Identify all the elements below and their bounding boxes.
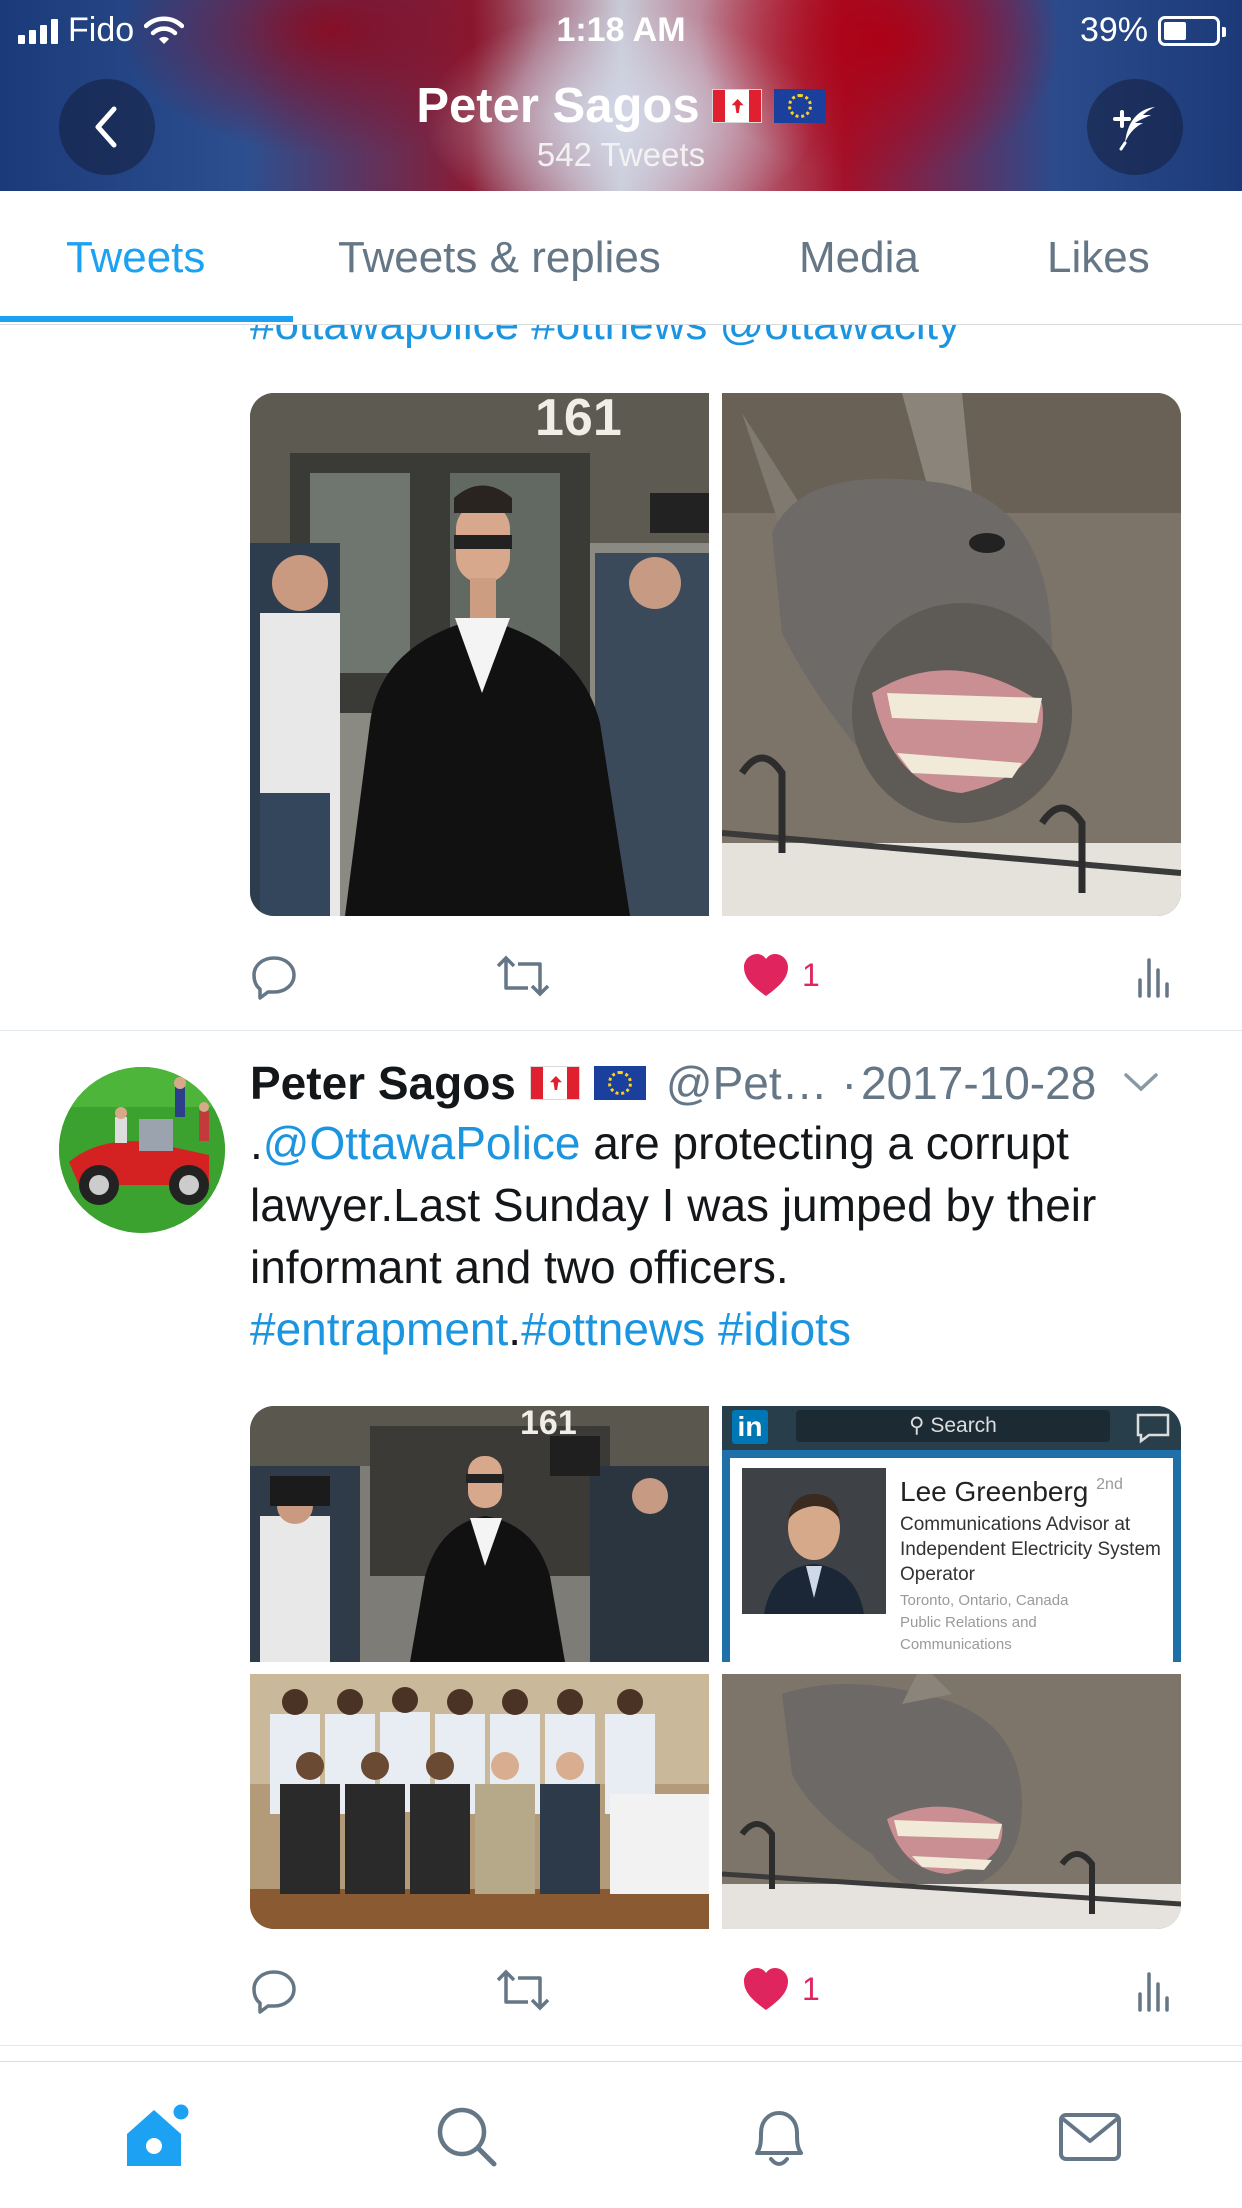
bottom-tab-bar [0,2061,1242,2208]
status-bar: Fido 1:18 AM 39% [0,0,1242,62]
donkey-laughing-photo[interactable] [722,1674,1181,1929]
reply-button[interactable] [250,952,298,1000]
reply-icon [252,1970,296,2014]
previous-tweet-hashtags[interactable]: #ottawapolice #ottnews @ottawacity [250,325,960,355]
tweet-media-grid: 161 in ⚲ Search Lee Greenberg 2nd Commun… [250,1406,1181,1929]
eu-flag-icon [773,89,826,123]
linkedin-location: Toronto, Ontario, Canada [900,1592,1069,1609]
battery-percent: 39% [1079,11,1148,49]
tweet-header: Peter Sagos @Pet… · 2017-10-28 [250,1056,1190,1110]
profile-header: Fido 1:18 AM 39% Peter Sagos 542 Tweets [0,0,1242,191]
linkedin-search-field: ⚲ Search [796,1410,1110,1442]
message-bubble-icon [1136,1413,1170,1444]
tweet-text: .@OttawaPolice are protecting a corrupt … [250,1112,1190,1360]
tweet-date[interactable]: 2017-10-28 [861,1056,1096,1110]
linkedin-name: Lee Greenberg 2nd [900,1476,1123,1507]
previous-tweet-media: 161 [250,393,1181,916]
tab-tweets[interactable]: Tweets [66,233,205,283]
linkedin-profile-photo [742,1468,886,1614]
linkedin-topbar: in ⚲ Search [722,1406,1181,1450]
eu-flag-icon [593,1066,646,1100]
linkedin-card: Lee Greenberg 2nd Communications Advisor… [730,1458,1173,1662]
chevron-down-icon[interactable] [1122,1071,1160,1095]
retweet-icon [496,955,550,997]
tab-tweets-and-replies[interactable]: Tweets & replies [338,233,661,283]
tweet-author-name[interactable]: Peter Sagos [250,1056,516,1110]
mention-link[interactable]: @OttawaPolice [263,1117,581,1169]
active-tab-indicator [0,316,293,322]
profile-title: Peter Sagos 542 Tweets [0,78,1242,174]
like-count: 1 [802,956,820,993]
previous-tweet-actions: 1 [250,952,1181,1012]
analytics-button[interactable] [1136,952,1170,998]
linkedin-industry: Public Relations and Communications [900,1614,1037,1653]
tweet-handle[interactable]: @Pet… [666,1056,828,1110]
linkedin-profile-screenshot[interactable]: in ⚲ Search Lee Greenberg 2nd Communicat… [722,1406,1181,1662]
hashtag-entrapment[interactable]: #entrapment [250,1303,508,1355]
linkedin-logo-icon: in [732,1410,768,1444]
tab-likes[interactable]: Likes [1047,233,1150,283]
hashtag-ottnews[interactable]: #ottnews [521,1303,705,1355]
tweet-divider [0,2045,1242,2046]
search-tab[interactable] [432,2102,502,2172]
canada-flag-icon [711,89,762,123]
status-time: 1:18 AM [556,11,686,49]
retweet-button[interactable] [494,952,552,1000]
hashtag-idiots[interactable]: #idiots [718,1303,851,1355]
canada-flag-icon [529,1066,580,1100]
compose-button[interactable] [1087,79,1183,175]
analytics-bars-icon [1138,1972,1169,2012]
like-button[interactable]: 1 [742,1966,820,2012]
tab-media[interactable]: Media [799,233,919,283]
text-dot: . [508,1303,522,1355]
messages-tab[interactable] [1055,2102,1125,2172]
donkey-laughing-photo[interactable] [722,393,1181,916]
lawyer-in-robes-photo[interactable]: 161 [250,393,709,916]
retweet-icon [496,1969,550,2011]
compose-tweet-icon [1113,107,1155,151]
messages-envelope-icon [1059,2113,1121,2161]
avatar[interactable] [59,1067,225,1233]
profile-tabs: Tweets Tweets & replies Media Likes [0,191,1242,325]
profile-name: Peter Sagos [416,79,700,133]
home-icon [127,2102,191,2166]
heart-filled-icon [744,1968,788,2010]
tweet-count: 542 Tweets [536,136,706,173]
text-prefix: . [250,1117,263,1169]
battery-icon [1158,15,1226,46]
linkedin-job-title: Communications Advisor at Independent El… [900,1514,1161,1585]
meta-separator: · [841,1057,857,1109]
search-icon [437,2107,497,2167]
lawyer-in-robes-photo[interactable]: 161 [250,1406,709,1662]
police-group-photo[interactable] [250,1674,709,1929]
heart-filled-icon [744,954,788,996]
tweet-actions: 1 [250,1966,1181,2026]
notifications-tab[interactable] [744,2102,814,2172]
battery-group: 39% [1079,11,1226,50]
notifications-bell-icon [755,2111,803,2166]
analytics-bars-icon [1138,958,1169,998]
tweet-feed[interactable]: #ottawapolice #ottnews @ottawacity 161 [0,325,1242,2061]
svg-text:161: 161 [535,393,622,447]
analytics-button[interactable] [1136,1966,1170,2012]
like-count: 1 [802,1970,820,2007]
retweet-button[interactable] [494,1966,552,2014]
like-button[interactable]: 1 [742,952,820,998]
tweet-divider [0,1030,1242,1031]
home-tab[interactable] [121,2102,191,2172]
reply-button[interactable] [250,1966,298,2014]
reply-icon [252,956,296,1000]
